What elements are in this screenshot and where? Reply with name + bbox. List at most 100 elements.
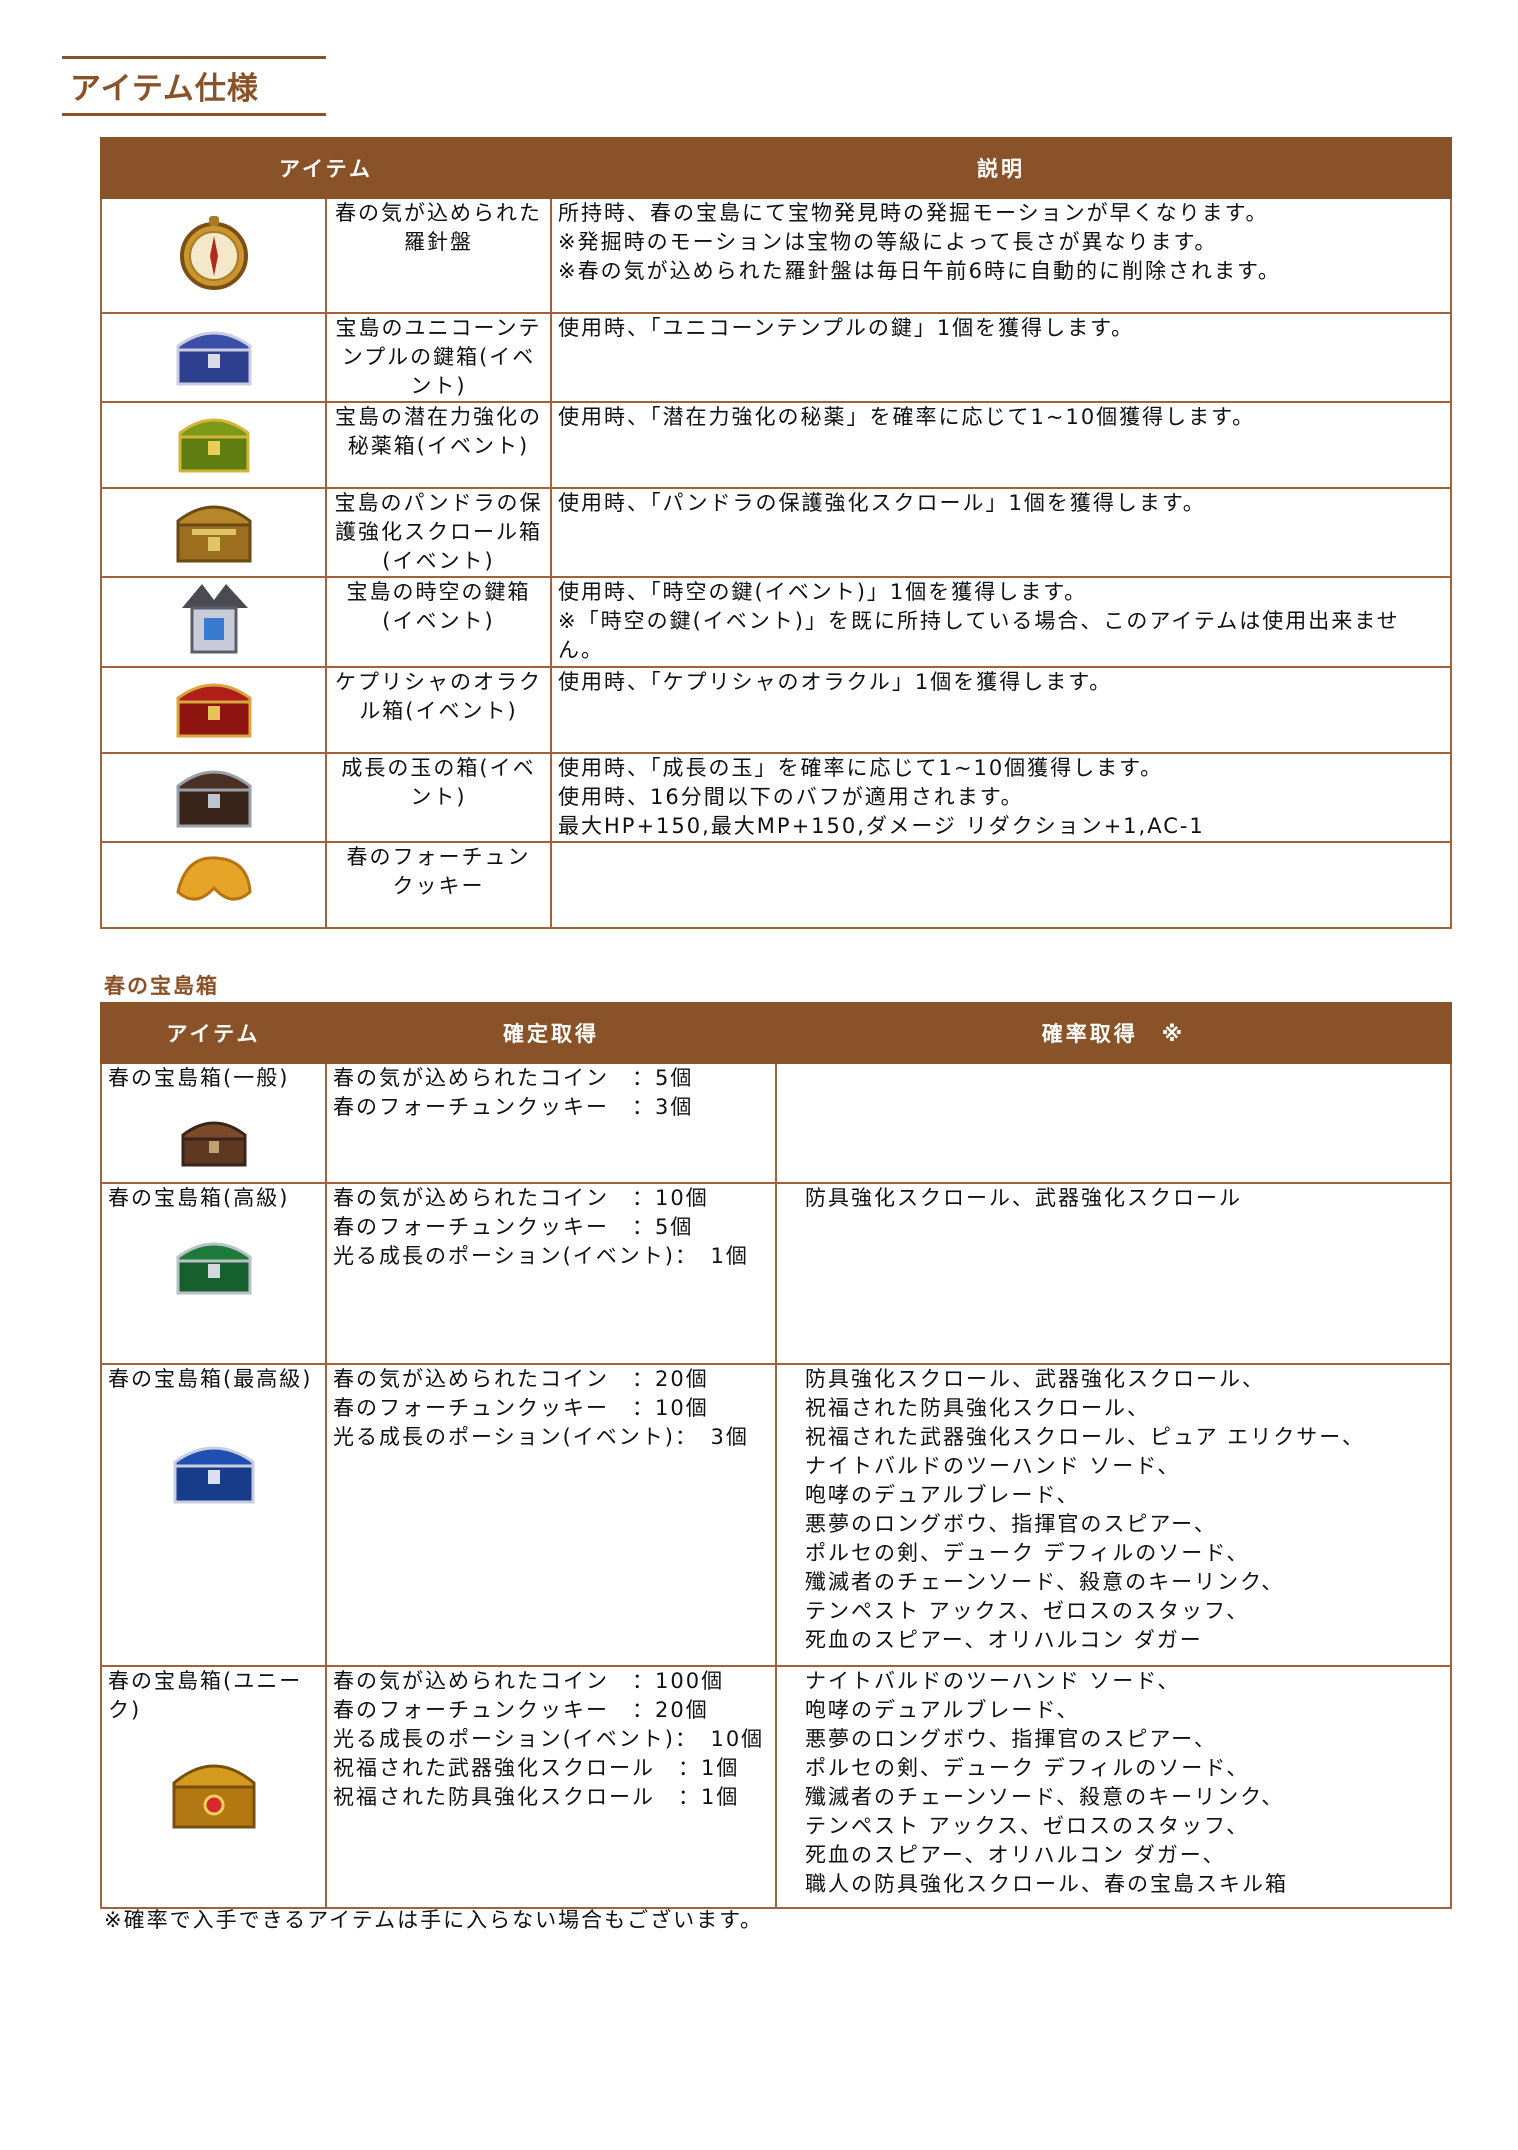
reward-line: 春の気が込められたコイン ：5個: [333, 1066, 694, 1090]
reward-line: 防具強化スクロール、武器強化スクロール、: [805, 1367, 1265, 1391]
golden-treasure-icon: [172, 1764, 255, 1829]
table-row: 春の宝島箱(ユニー ク) 春の気が込められたコイン ：100個 春のフォーチュン…: [100, 1665, 1452, 1909]
probability-reward-cell: 防具強化スクロール、武器強化スクロール、 祝福された防具強化スクロール、 祝福さ…: [775, 1363, 1452, 1667]
item-description: 使用時、「ユニコーンテンプルの鍵」1個を獲得します。: [550, 312, 1452, 403]
reward-line: 光る成長のポーション(イベント)： 10個: [333, 1727, 765, 1751]
reward-line: 祝福された防具強化スクロール ：1個: [333, 1785, 740, 1809]
box-name-cell: 春の宝島箱(ユニー ク): [100, 1665, 327, 1909]
header-item: アイテム: [100, 1002, 327, 1064]
description-line: 使用時、「パンドラの保護強化スクロール」1個を獲得します。: [558, 491, 1206, 515]
item-name-line: ント): [410, 785, 467, 809]
item-name-line: 宝島の時空の鍵箱: [346, 580, 531, 604]
item-name-line: 宝島のパンドラの保: [334, 491, 543, 515]
box-name: 春の宝島箱(高級): [108, 1186, 290, 1210]
probability-reward-cell: ナイトバルドのツーハンド ソード、 咆哮のデュアルブレード、 悪夢のロングボウ、…: [775, 1665, 1452, 1909]
reward-line: 死血のスピアー、オリハルコン ダガー: [805, 1628, 1203, 1652]
fixed-reward-cell: 春の気が込められたコイン ：100個 春のフォーチュンクッキー ：20個 光る成…: [325, 1665, 777, 1909]
item-name: 春の気が込められた 羅針盤: [325, 197, 552, 314]
reward-line: 祝福された武器強化スクロール ：1個: [333, 1756, 740, 1780]
table-row: 宝島のユニコーンテ ンプルの鍵箱(イベ ント) 使用時、「ユニコーンテンプルの鍵…: [100, 312, 1452, 403]
table-row: 春の宝島箱(最高級) 春の気が込められたコイン ：20個 春のフォーチュンクッキ…: [100, 1363, 1452, 1667]
dark-chest-icon: [176, 770, 251, 827]
compass-icon: [179, 215, 248, 290]
table-row: 春のフォーチュン クッキー: [100, 841, 1452, 929]
reward-line: 殲滅者のチェーンソード、殺意のキーリンク、: [805, 1785, 1285, 1809]
box-name: 春の宝島箱(一般): [108, 1066, 290, 1090]
table-row: 春の宝島箱(高級) 春の気が込められたコイン ：10個 春のフォーチュンクッキー…: [100, 1182, 1452, 1365]
reward-line: 春のフォーチュンクッキー ：5個: [333, 1215, 694, 1239]
items-table: アイテム 説明 春の気が込められた 羅針盤 所持時、春の宝島にて宝物発見時の発掘…: [100, 137, 1452, 929]
reward-line: 光る成長のポーション(イベント)： 1個: [333, 1244, 749, 1268]
table-row: 春の気が込められた 羅針盤 所持時、春の宝島にて宝物発見時の発掘モーションが早く…: [100, 197, 1452, 314]
reward-line: 咆哮のデュアルブレード、: [805, 1698, 1080, 1722]
reward-line: テンペスト アックス、ゼロスのスタッフ、: [805, 1599, 1250, 1623]
box-name-cell: 春の宝島箱(一般): [100, 1062, 327, 1184]
reward-line: 春のフォーチュンクッキー ：20個: [333, 1698, 709, 1722]
dragon-key-box-icon: [181, 584, 248, 654]
reward-line: ナイトバルドのツーハンド ソード、: [805, 1669, 1181, 1693]
reward-line: 春の気が込められたコイン ：10個: [333, 1186, 709, 1210]
box-name-cell: 春の宝島箱(最高級): [100, 1363, 327, 1667]
probability-reward-cell: [775, 1062, 1452, 1184]
item-description: 使用時、「時空の鍵(イベント)」1個を獲得します。 ※「時空の鍵(イベント)」を…: [550, 576, 1452, 668]
table-row: 宝島の時空の鍵箱 (イベント) 使用時、「時空の鍵(イベント)」1個を獲得します…: [100, 576, 1452, 668]
reward-line: 春の気が込められたコイン ：100個: [333, 1669, 725, 1693]
description-line: ※発掘時のモーションは宝物の等級によって長さが異なります。: [558, 230, 1218, 254]
item-name-line: (イベント): [382, 549, 495, 573]
item-name-line: ケプリシャのオラク: [335, 670, 542, 694]
header-item: アイテム: [100, 137, 552, 199]
fortune-cookie-icon: [175, 856, 252, 901]
table-row: 成長の玉の箱(イベ ント) 使用時、「成長の玉」を確率に応じて1~10個獲得しま…: [100, 752, 1452, 843]
item-name: 宝島のパンドラの保 護強化スクロール箱 (イベント): [325, 487, 552, 578]
reward-line: テンペスト アックス、ゼロスのスタッフ、: [805, 1814, 1250, 1838]
box-name-line: 春の宝島箱(ユニー: [108, 1669, 303, 1693]
reward-line: 祝福された防具強化スクロール、: [805, 1396, 1150, 1420]
item-description: 所持時、春の宝島にて宝物発見時の発掘モーションが早くなります。 ※発掘時のモーシ…: [550, 197, 1452, 314]
item-name-line: ル箱(イベント): [359, 699, 518, 723]
gold-chest-icon: [176, 505, 251, 562]
item-name: 成長の玉の箱(イベ ント): [325, 752, 552, 843]
reward-line: 防具強化スクロール、武器強化スクロール: [805, 1186, 1242, 1210]
item-name: ケプリシャのオラク ル箱(イベント): [325, 666, 552, 754]
treasure-box-table: アイテム 確定取得 確率取得 ※ 春の宝島箱(一般) 春の気が込められたコイン …: [100, 1002, 1452, 1909]
item-image-cell: [100, 197, 327, 314]
item-name-line: 護強化スクロール箱: [335, 520, 542, 544]
reward-line: ポルセの剣、デューク デフィルのソード、: [805, 1756, 1250, 1780]
reward-line: 咆哮のデュアルブレード、: [805, 1483, 1080, 1507]
blue-chest-icon: [173, 1446, 254, 1504]
header-description: 説明: [550, 137, 1452, 199]
reward-line: 悪夢のロングボウ、指揮官のスピアー、: [805, 1727, 1217, 1751]
reward-line: 職人の防具強化スクロール、春の宝島スキル箱: [805, 1872, 1288, 1896]
fixed-reward-cell: 春の気が込められたコイン ：5個 春のフォーチュンクッキー ：3個: [325, 1062, 777, 1184]
reward-line: 殲滅者のチェーンソード、殺意のキーリンク、: [805, 1570, 1285, 1594]
reward-line: ナイトバルドのツーハンド ソード、: [805, 1454, 1181, 1478]
item-name: 宝島のユニコーンテ ンプルの鍵箱(イベ ント): [325, 312, 552, 403]
green-chest-icon: [176, 1242, 251, 1295]
item-description: 使用時、「潜在力強化の秘薬」を確率に応じて1~10個獲得します。: [550, 401, 1452, 489]
table-row: 宝島のパンドラの保 護強化スクロール箱 (イベント) 使用時、「パンドラの保護強…: [100, 487, 1452, 578]
green-chest-icon: [178, 418, 249, 473]
item-image-cell: [100, 401, 327, 489]
item-image-cell: [100, 666, 327, 754]
reward-line: 悪夢のロングボウ、指揮官のスピアー、: [805, 1512, 1217, 1536]
item-name: 春のフォーチュン クッキー: [325, 841, 552, 929]
item-name-line: 羅針盤: [404, 230, 473, 254]
fixed-reward-cell: 春の気が込められたコイン ：20個 春のフォーチュンクッキー ：10個 光る成長…: [325, 1363, 777, 1667]
box-name: 春の宝島箱(最高級): [108, 1367, 313, 1391]
reward-line: 祝福された武器強化スクロール、ピュア エリクサー、: [805, 1425, 1366, 1449]
item-name-line: 春のフォーチュン: [346, 845, 531, 869]
reward-line: ポルセの剣、デューク デフィルのソード、: [805, 1541, 1250, 1565]
item-image-cell: [100, 576, 327, 668]
table-row: 宝島の潜在力強化の 秘薬箱(イベント) 使用時、「潜在力強化の秘薬」を確率に応じ…: [100, 401, 1452, 489]
item-description: 使用時、「成長の玉」を確率に応じて1~10個獲得します。 使用時、16分間以下の…: [550, 752, 1452, 843]
description-line: ※「時空の鍵(イベント)」を既に所持している場合、このアイテムは使用出来ませ: [558, 609, 1400, 633]
fixed-reward-cell: 春の気が込められたコイン ：10個 春のフォーチュンクッキー ：5個 光る成長の…: [325, 1182, 777, 1365]
description-line: ※春の気が込められた羅針盤は毎日午前6時に自動的に削除されます。: [558, 259, 1281, 283]
header-fixed-reward: 確定取得: [325, 1002, 777, 1064]
item-name-line: (イベント): [382, 609, 495, 633]
item-name-line: ント): [410, 374, 467, 398]
item-image-cell: [100, 841, 327, 929]
reward-line: 死血のスピアー、オリハルコン ダガー、: [805, 1843, 1226, 1867]
item-name-line: 春の気が込められた: [335, 201, 542, 225]
page-title-block: アイテム仕様: [62, 56, 326, 116]
